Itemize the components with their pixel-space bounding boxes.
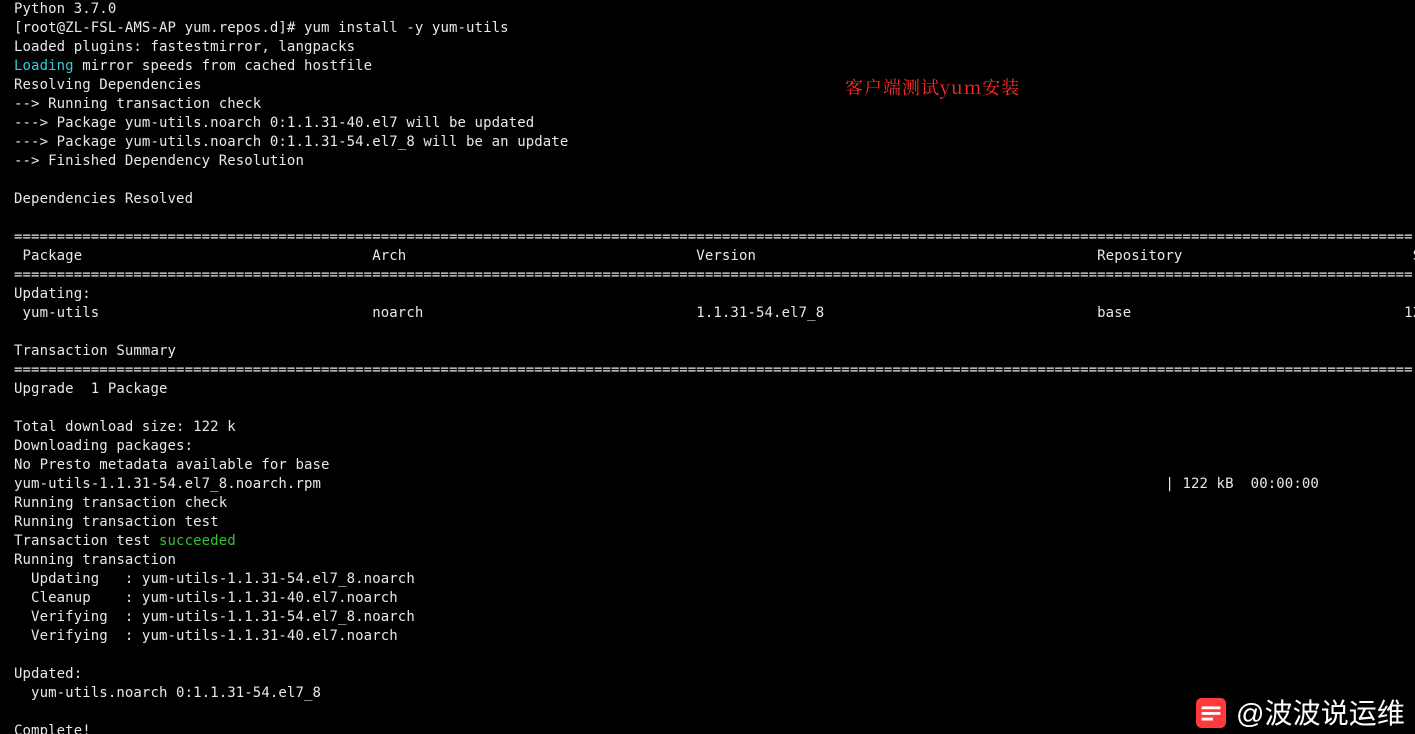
output-line: Total download size: 122 k	[14, 419, 236, 435]
step-verifying: Verifying : yum-utils-1.1.31-40.el7.noar…	[14, 628, 398, 644]
separator-line: ========================================…	[14, 267, 1413, 283]
step-count: 2/2	[398, 628, 1415, 644]
step-count: 1/2	[415, 571, 1415, 587]
table-header: Package Arch Version Repository Size	[14, 248, 1415, 264]
output-line: ---> Package yum-utils.noarch 0:1.1.31-5…	[14, 134, 568, 150]
output-line: Running transaction test	[14, 514, 219, 530]
updated-heading: Updated:	[14, 666, 82, 682]
terminal-output[interactable]: Python 3.7.0 [root@ZL-FSL-AMS-AP yum.rep…	[0, 0, 1415, 734]
output-line: ---> Package yum-utils.noarch 0:1.1.31-4…	[14, 115, 534, 131]
output-line: Transaction test	[14, 533, 159, 549]
step-cleanup: Cleanup : yum-utils-1.1.31-40.el7.noarch	[14, 590, 398, 606]
updating-heading: Updating:	[14, 286, 91, 302]
output-line: mirror speeds from cached hostfile	[74, 58, 373, 74]
shell-prompt: [root@ZL-FSL-AMS-AP yum.repos.d]#	[14, 20, 304, 36]
table-row: yum-utils noarch 1.1.31-54.el7_8 base 12…	[14, 305, 1415, 321]
step-count: 1/2	[415, 609, 1415, 625]
separator-line: ========================================…	[14, 229, 1413, 245]
deps-resolved-heading: Dependencies Resolved	[14, 191, 193, 207]
step-count: 2/2	[398, 590, 1415, 606]
separator-line: ========================================…	[14, 362, 1413, 378]
toutiao-logo-icon	[1196, 698, 1226, 728]
step-verifying: Verifying : yum-utils-1.1.31-54.el7_8.no…	[14, 609, 415, 625]
rpm-filename: yum-utils-1.1.31-54.el7_8.noarch.rpm	[14, 476, 321, 492]
transaction-summary-heading: Transaction Summary	[14, 343, 176, 359]
output-line: Resolving Dependencies	[14, 77, 202, 93]
succeeded-keyword: succeeded	[159, 533, 236, 549]
updated-package: yum-utils.noarch 0:1.1.31-54.el7_8	[14, 685, 321, 701]
watermark: @波波说运维	[1196, 698, 1405, 728]
loading-keyword: Loading	[14, 58, 74, 74]
output-line: Upgrade 1 Package	[14, 381, 168, 397]
complete-line: Complete!	[14, 723, 91, 734]
output-line: --> Running transaction check	[14, 96, 261, 112]
annotation-label: 客户端测试yum安装	[845, 78, 1020, 97]
output-line: Downloading packages:	[14, 438, 193, 454]
watermark-text: @波波说运维	[1236, 704, 1405, 723]
step-updating: Updating : yum-utils-1.1.31-54.el7_8.noa…	[14, 571, 415, 587]
output-line: Running transaction check	[14, 495, 227, 511]
output-line: No Presto metadata available for base	[14, 457, 330, 473]
download-progress: | 122 kB 00:00:00	[321, 476, 1362, 492]
output-line: --> Finished Dependency Resolution	[14, 153, 304, 169]
shell-command: yum install -y yum-utils	[304, 20, 509, 36]
output-line: Running transaction	[14, 552, 176, 568]
output-line: Loaded plugins: fastestmirror, langpacks	[14, 39, 355, 55]
python-version-line: Python 3.7.0	[14, 1, 116, 17]
